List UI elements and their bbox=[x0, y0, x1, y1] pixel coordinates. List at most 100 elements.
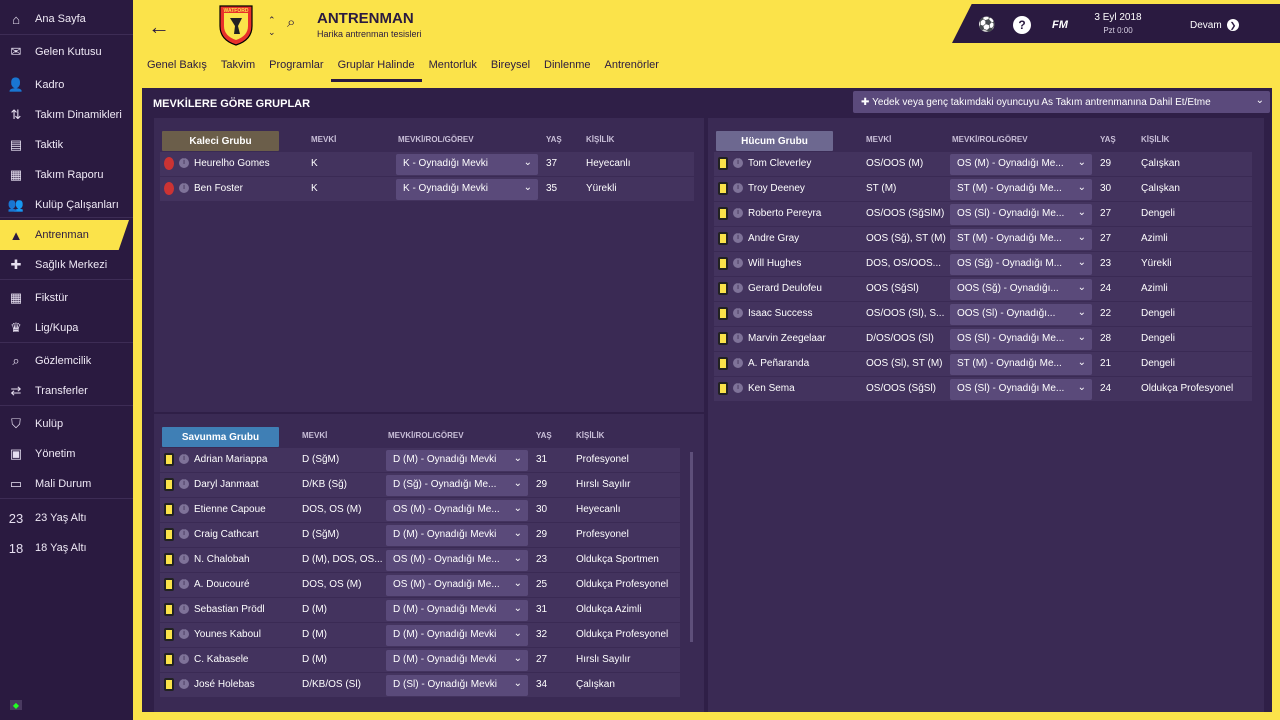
table-row[interactable]: i Younes Kaboul D (M) D (M) - Oynadığı Mevk… bbox=[160, 623, 698, 647]
info-icon[interactable]: i bbox=[733, 333, 743, 343]
role-dropdown[interactable]: D (M) - Oynadığı Mevki ⌄ bbox=[386, 450, 528, 471]
scrollbar[interactable] bbox=[690, 452, 693, 642]
sidebar-item-training[interactable]: ▲ Antrenman bbox=[0, 220, 129, 250]
tab-0[interactable]: Genel Bakış bbox=[140, 58, 214, 82]
info-icon[interactable]: i bbox=[179, 529, 189, 539]
player-name[interactable]: Craig Cathcart bbox=[194, 529, 258, 540]
role-dropdown[interactable]: ST (M) - Oynadığı Me... ⌄ bbox=[950, 229, 1092, 250]
info-icon[interactable]: i bbox=[179, 554, 189, 564]
tab-6[interactable]: Dinlenme bbox=[537, 58, 597, 82]
column-header-age[interactable]: YAŞ bbox=[546, 135, 562, 144]
sidebar-item-trophy[interactable]: ♛ Lig/Kupa bbox=[0, 313, 133, 343]
table-row[interactable]: i N. Chalobah D (M), DOS, OS... OS (M) - Oy… bbox=[160, 548, 698, 572]
role-dropdown[interactable]: OOS (Sl) - Oynadığı... ⌄ bbox=[950, 304, 1092, 325]
club-crest[interactable]: WATFORD bbox=[218, 4, 254, 46]
role-dropdown[interactable]: OS (M) - Oynadığı Me... ⌄ bbox=[386, 500, 528, 521]
role-dropdown[interactable]: D (M) - Oynadığı Mevki ⌄ bbox=[386, 600, 528, 621]
player-name[interactable]: N. Chalobah bbox=[194, 554, 250, 565]
player-name[interactable]: Younes Kaboul bbox=[194, 629, 261, 640]
player-name[interactable]: Ken Sema bbox=[748, 383, 795, 394]
role-dropdown[interactable]: OS (M) - Oynadığı Me... ⌄ bbox=[386, 550, 528, 571]
info-icon[interactable]: i bbox=[733, 158, 743, 168]
sidebar-item-board[interactable]: ▣ Yönetim bbox=[0, 439, 133, 469]
info-icon[interactable]: i bbox=[733, 358, 743, 368]
player-name[interactable]: José Holebas bbox=[194, 679, 255, 690]
info-icon[interactable]: i bbox=[179, 504, 189, 514]
continue-button[interactable]: Devam bbox=[1190, 20, 1222, 31]
player-name[interactable]: Gerard Deulofeu bbox=[748, 283, 822, 294]
info-icon[interactable]: i bbox=[733, 233, 743, 243]
role-dropdown[interactable]: OS (Sl) - Oynadığı Me... ⌄ bbox=[950, 204, 1092, 225]
column-header-age[interactable]: YAŞ bbox=[1100, 135, 1116, 144]
info-icon[interactable]: i bbox=[179, 183, 189, 193]
info-icon[interactable]: i bbox=[179, 604, 189, 614]
sidebar-item-report[interactable]: ▦ Takım Raporu bbox=[0, 160, 133, 190]
back-arrow-icon[interactable]: ← bbox=[148, 14, 170, 40]
role-dropdown[interactable]: D (M) - Oynadığı Mevki ⌄ bbox=[386, 650, 528, 671]
player-name[interactable]: A. Doucouré bbox=[194, 579, 250, 590]
include-reserve-button[interactable]: ✚ Yedek veya genç takımdaki oyuncuyu As … bbox=[853, 91, 1270, 113]
info-icon[interactable]: i bbox=[733, 283, 743, 293]
role-dropdown[interactable]: D (Sğ) - Oynadığı Me... ⌄ bbox=[386, 475, 528, 496]
player-name[interactable]: A. Peñaranda bbox=[748, 358, 809, 369]
player-name[interactable]: Isaac Success bbox=[748, 308, 812, 319]
table-row[interactable]: i José Holebas D/KB/OS (Sl) D (Sl) - Oynadı… bbox=[160, 673, 698, 697]
role-dropdown[interactable]: OS (M) - Oynadığı Me... ⌄ bbox=[386, 575, 528, 596]
column-header-position[interactable]: MEVKİ bbox=[311, 135, 336, 144]
table-row[interactable]: i Ken Sema OS/OOS (SğSl) OS (Sl) - Oynadığı… bbox=[714, 377, 1258, 401]
role-dropdown[interactable]: D (M) - Oynadığı Mevki ⌄ bbox=[386, 525, 528, 546]
role-dropdown[interactable]: OS (M) - Oynadığı Me... ⌄ bbox=[950, 154, 1092, 175]
tab-1[interactable]: Takvim bbox=[214, 58, 262, 82]
player-name[interactable]: Heurelho Gomes bbox=[194, 158, 270, 169]
table-row[interactable]: i A. Doucouré DOS, OS (M) OS (M) - Oynadığı… bbox=[160, 573, 698, 597]
info-icon[interactable]: i bbox=[733, 383, 743, 393]
club-switch-icon[interactable]: ⌃ ⌄ bbox=[268, 14, 276, 38]
ball-icon[interactable]: ⚽ bbox=[978, 16, 995, 33]
sidebar-item-u18[interactable]: 18 18 Yaş Altı bbox=[0, 533, 133, 563]
sidebar-item-dynamics[interactable]: ⇅ Takım Dinamikleri bbox=[0, 100, 133, 130]
role-dropdown[interactable]: OS (Sl) - Oynadığı Me... ⌄ bbox=[950, 379, 1092, 400]
table-row[interactable]: i Will Hughes DOS, OS/OOS... OS (Sğ) - Oyna… bbox=[714, 252, 1258, 276]
search-icon[interactable]: ⌕ bbox=[287, 14, 295, 31]
info-icon[interactable]: i bbox=[179, 629, 189, 639]
table-row[interactable]: i Etienne Capoue DOS, OS (M) OS (M) - Oynad… bbox=[160, 498, 698, 522]
role-dropdown[interactable]: D (M) - Oynadığı Mevki ⌄ bbox=[386, 625, 528, 646]
table-row[interactable]: i Marvin Zeegelaar D/OS/OOS (Sl) OS (Sl) - … bbox=[714, 327, 1258, 351]
player-name[interactable]: Andre Gray bbox=[748, 233, 799, 244]
sidebar-item-club[interactable]: ⛉ Kulüp bbox=[0, 409, 133, 439]
player-name[interactable]: Troy Deeney bbox=[748, 183, 805, 194]
help-icon[interactable]: ? bbox=[1013, 16, 1031, 34]
sidebar-item-fixtures[interactable]: ▦ Fikstür bbox=[0, 283, 133, 313]
player-name[interactable]: Marvin Zeegelaar bbox=[748, 333, 826, 344]
table-row[interactable]: i Heurelho Gomes K K - Oynadığı Mevki ⌄ 37 Hey… bbox=[160, 152, 698, 176]
role-dropdown[interactable]: D (Sl) - Oynadığı Mevki ⌄ bbox=[386, 675, 528, 696]
player-name[interactable]: Daryl Janmaat bbox=[194, 479, 258, 490]
tab-2[interactable]: Programlar bbox=[262, 58, 330, 82]
group-header-attack[interactable]: Hücum Grubu bbox=[716, 131, 833, 151]
player-name[interactable]: Will Hughes bbox=[748, 258, 801, 269]
column-header-age[interactable]: YAŞ bbox=[536, 431, 552, 440]
player-name[interactable]: Sebastian Prödl bbox=[194, 604, 265, 615]
info-icon[interactable]: i bbox=[733, 308, 743, 318]
tab-3[interactable]: Gruplar Halinde bbox=[330, 58, 422, 82]
info-icon[interactable]: i bbox=[179, 679, 189, 689]
table-row[interactable]: i A. Peñaranda OOS (Sl), ST (M) ST (M) - Oy… bbox=[714, 352, 1258, 376]
role-dropdown[interactable]: ST (M) - Oynadığı Me... ⌄ bbox=[950, 354, 1092, 375]
role-dropdown[interactable]: K - Oynadığı Mevki ⌄ bbox=[396, 179, 538, 200]
sidebar-item-home[interactable]: ⌂ Ana Sayfa bbox=[0, 4, 133, 34]
player-name[interactable]: Adrian Mariappa bbox=[194, 454, 267, 465]
info-icon[interactable]: i bbox=[733, 258, 743, 268]
table-row[interactable]: i Troy Deeney ST (M) ST (M) - Oynadığı Me..… bbox=[714, 177, 1258, 201]
role-dropdown[interactable]: ST (M) - Oynadığı Me... ⌄ bbox=[950, 179, 1092, 200]
info-icon[interactable]: i bbox=[179, 579, 189, 589]
fm-logo[interactable]: FM bbox=[1052, 19, 1068, 31]
group-header-defence[interactable]: Savunma Grubu bbox=[162, 427, 279, 447]
table-row[interactable]: i Isaac Success OS/OOS (Sl), S... OOS (Sl) … bbox=[714, 302, 1258, 326]
tab-4[interactable]: Mentorluk bbox=[422, 58, 484, 82]
player-name[interactable]: Etienne Capoue bbox=[194, 504, 266, 515]
sidebar-item-staff[interactable]: 👥 Kulüp Çalışanları bbox=[0, 190, 133, 220]
role-dropdown[interactable]: K - Oynadığı Mevki ⌄ bbox=[396, 154, 538, 175]
sidebar-item-medical[interactable]: ✚ Sağlık Merkezi bbox=[0, 250, 133, 280]
table-row[interactable]: i Roberto Pereyra OS/OOS (SğSlM) OS (Sl) - … bbox=[714, 202, 1258, 226]
table-row[interactable]: i Adrian Mariappa D (SğM) D (M) - Oynadığı … bbox=[160, 448, 698, 472]
